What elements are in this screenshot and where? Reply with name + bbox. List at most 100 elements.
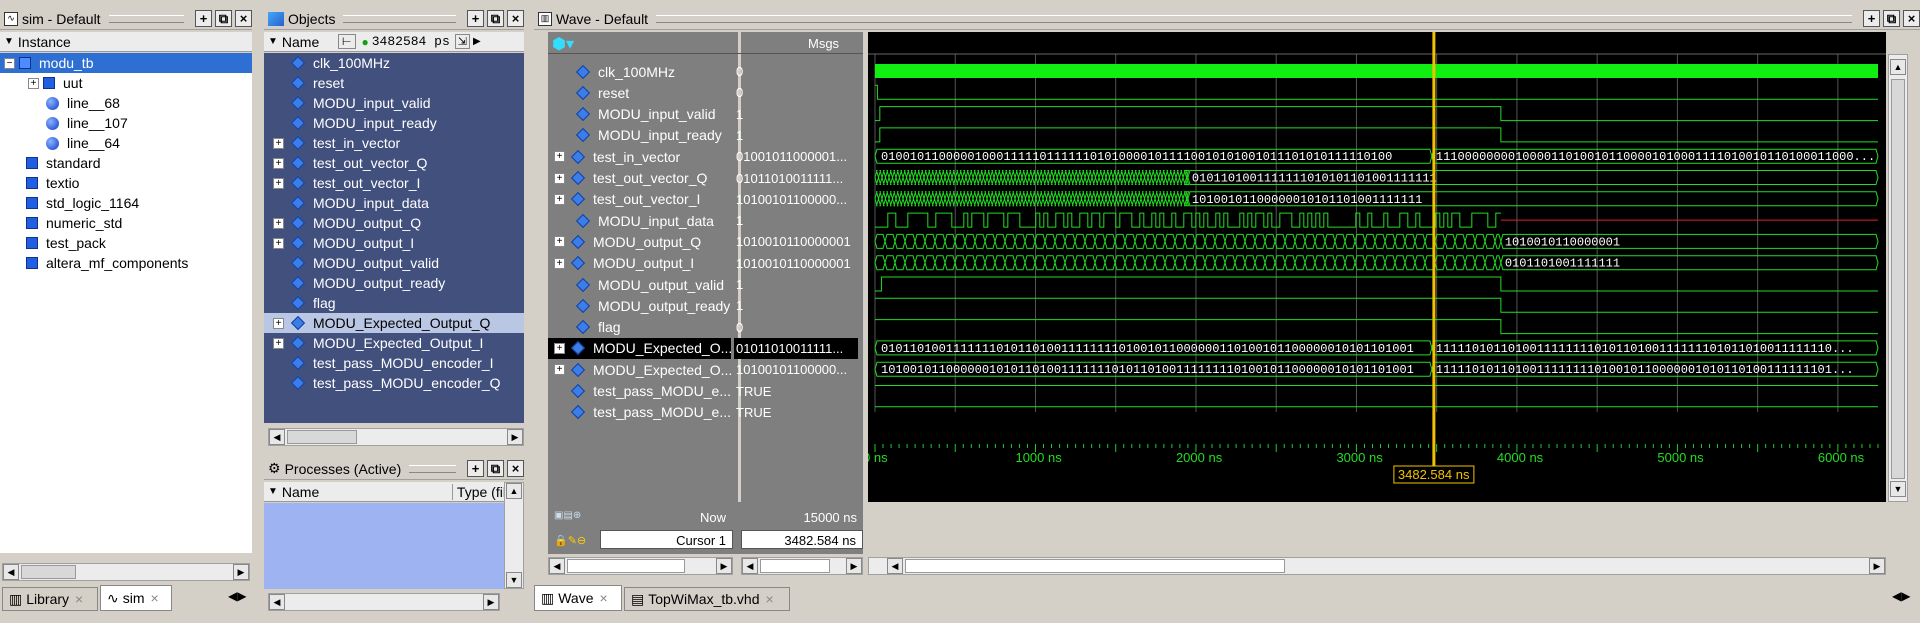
wave-signal-name[interactable]: test_pass_MODU_e... — [548, 381, 731, 402]
expand-icon[interactable]: + — [554, 236, 565, 248]
expand-icon[interactable]: + — [273, 217, 284, 229]
wave-signal-name[interactable]: flag — [548, 317, 731, 338]
add-icon[interactable]: + — [467, 10, 484, 27]
expand-icon[interactable]: + — [554, 257, 565, 269]
scroll-right-icon[interactable]: ▶ — [846, 558, 862, 574]
instance-item[interactable]: − modu_tb — [0, 53, 252, 73]
scroll-thumb[interactable] — [567, 559, 685, 573]
expand-icon[interactable]: + — [273, 317, 284, 329]
wave-signal-name[interactable]: + test_out_vector_Q — [548, 168, 731, 189]
close-tab-icon[interactable]: × — [75, 591, 83, 607]
close-tab-icon[interactable]: × — [766, 591, 774, 607]
cursor-name-box[interactable]: Cursor 1 — [600, 530, 733, 549]
names-hscrollbar[interactable]: ◀ ▶ — [548, 557, 733, 575]
wave-signal-name[interactable]: reset — [548, 82, 731, 103]
instance-item[interactable]: test_pack — [0, 233, 252, 253]
undock-icon[interactable]: ⧉ — [487, 460, 504, 477]
lock-cursor-icon[interactable]: 🔒✎⊖ — [554, 534, 586, 547]
objects-column-header[interactable]: ▼ Name ⊢ ● 3482584 ps ⇲ ▶ — [264, 32, 524, 52]
tab-scroll-arrows[interactable]: ◀▶ — [1892, 589, 1918, 607]
object-item[interactable]: + MODU_Expected_Output_Q — [264, 313, 524, 333]
filter-icon[interactable]: ⊢ — [337, 34, 356, 49]
wave-signal-name[interactable]: + test_out_vector_I — [548, 189, 731, 210]
wave-signal-name[interactable]: test_pass_MODU_e... — [548, 402, 731, 423]
wave-signal-name[interactable]: + MODU_Expected_O... — [548, 359, 732, 380]
scroll-right-icon[interactable]: ▶ — [716, 558, 732, 574]
cursor-value-box[interactable]: 3482.584 ns — [741, 530, 863, 549]
scroll-thumb[interactable] — [905, 559, 1285, 573]
instance-column-header[interactable]: ▼ Instance — [0, 32, 252, 52]
scroll-down-icon[interactable]: ▼ — [506, 572, 522, 588]
undock-icon[interactable]: ⧉ — [487, 10, 504, 27]
values-hscrollbar[interactable]: ◀ ▶ — [741, 557, 863, 575]
expand-icon[interactable]: + — [273, 177, 284, 189]
object-item[interactable]: MODU_input_ready — [264, 113, 524, 133]
scroll-left-icon[interactable]: ◀ — [549, 558, 565, 574]
expand-icon[interactable]: + — [273, 237, 284, 249]
scroll-left-icon[interactable]: ◀ — [887, 558, 903, 574]
tab-library[interactable]: ▥ Library × — [2, 587, 98, 611]
objects-hscrollbar[interactable]: ◀ ▶ — [268, 428, 524, 446]
scroll-up-icon[interactable]: ▲ — [1890, 59, 1906, 75]
object-item[interactable]: flag — [264, 293, 524, 313]
instance-item[interactable]: numeric_std — [0, 213, 252, 233]
instance-item[interactable]: standard — [0, 153, 252, 173]
processes-hscrollbar[interactable]: ◀ ▶ — [268, 593, 500, 611]
close-icon[interactable]: × — [507, 10, 524, 27]
object-item[interactable]: + test_in_vector — [264, 133, 524, 153]
object-item[interactable]: MODU_output_ready — [264, 273, 524, 293]
instance-item[interactable]: + uut — [0, 73, 252, 93]
instance-item[interactable]: altera_mf_components — [0, 253, 252, 273]
drag-grip[interactable] — [343, 14, 456, 23]
scroll-right-icon[interactable]: ▶ — [1869, 558, 1885, 574]
close-icon[interactable]: × — [235, 10, 252, 27]
wave-signal-name[interactable]: MODU_input_ready — [548, 125, 731, 146]
instance-item[interactable]: line__107 — [0, 113, 252, 133]
instance-item[interactable]: textio — [0, 173, 252, 193]
drag-grip[interactable] — [108, 14, 184, 23]
wave-signal-name[interactable]: MODU_input_data — [548, 210, 731, 231]
wave-signal-name[interactable]: clk_100MHz — [548, 61, 731, 82]
scroll-thumb[interactable] — [287, 430, 357, 444]
scroll-right-icon[interactable]: ▶ — [233, 564, 249, 580]
instance-item[interactable]: std_logic_1164 — [0, 193, 252, 213]
object-item[interactable]: + test_out_vector_Q — [264, 153, 524, 173]
close-tab-icon[interactable]: × — [600, 590, 608, 606]
wave-signal-name[interactable]: MODU_output_ready — [548, 295, 731, 316]
object-item[interactable]: + MODU_output_I — [264, 233, 524, 253]
object-item[interactable]: + MODU_Expected_Output_I — [264, 333, 524, 353]
add-icon[interactable]: + — [467, 460, 484, 477]
expand-icon[interactable]: + — [554, 193, 565, 205]
scroll-right-icon[interactable]: ▶ — [507, 429, 523, 445]
undock-icon[interactable]: ⧉ — [1883, 10, 1900, 27]
instance-item[interactable]: line__64 — [0, 133, 252, 153]
object-item[interactable]: clk_100MHz — [264, 53, 524, 73]
wave-signal-name[interactable]: MODU_input_valid — [548, 104, 731, 125]
instance-item[interactable]: line__68 — [0, 93, 252, 113]
expand-icon[interactable]: + — [554, 172, 565, 184]
tab-wave[interactable]: ▥ Wave × — [534, 585, 622, 611]
drag-grip[interactable] — [656, 14, 1852, 23]
wave-vscrollbar[interactable]: ▲ ▼ — [1888, 54, 1908, 502]
object-item[interactable]: test_pass_MODU_encoder_Q — [264, 373, 524, 393]
add-icon[interactable]: + — [195, 10, 212, 27]
object-item[interactable]: test_pass_MODU_encoder_I — [264, 353, 524, 373]
wave-filter-icon[interactable]: ⬢▾ — [552, 34, 574, 54]
expand-icon[interactable]: + — [28, 77, 39, 89]
add-icon[interactable]: + — [1863, 10, 1880, 27]
expand-icon[interactable]: + — [554, 151, 565, 163]
expand-icon[interactable]: + — [273, 337, 284, 349]
undock-icon[interactable]: ⧉ — [215, 10, 232, 27]
sim-hscrollbar[interactable]: ◀ ▶ — [2, 563, 250, 581]
scroll-thumb[interactable] — [21, 565, 76, 579]
scroll-left-icon[interactable]: ◀ — [3, 564, 19, 580]
expand-icon[interactable]: + — [554, 342, 565, 354]
object-item[interactable]: + test_out_vector_I — [264, 173, 524, 193]
object-item[interactable]: MODU_input_valid — [264, 93, 524, 113]
close-icon[interactable]: × — [1903, 10, 1920, 27]
scroll-thumb[interactable] — [760, 559, 830, 573]
expand-icon[interactable]: + — [273, 157, 284, 169]
object-item[interactable]: MODU_input_data — [264, 193, 524, 213]
scroll-left-icon[interactable]: ◀ — [269, 594, 285, 610]
close-icon[interactable]: × — [507, 460, 524, 477]
